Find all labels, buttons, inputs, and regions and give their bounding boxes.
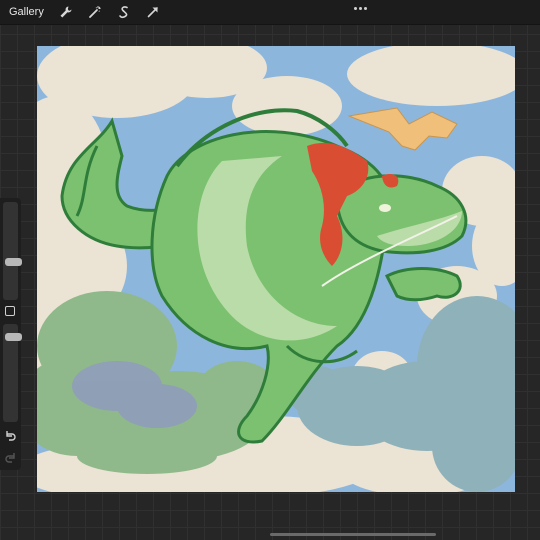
more-dots-icon[interactable]: [350, 2, 370, 14]
selection-icon[interactable]: [114, 2, 134, 22]
transform-arrow-icon[interactable]: [143, 2, 163, 22]
drawing-canvas[interactable]: [37, 46, 515, 492]
brush-size-slider[interactable]: [3, 202, 22, 300]
undo-icon[interactable]: [3, 428, 18, 443]
redo-icon[interactable]: [3, 450, 18, 465]
magic-wand-icon[interactable]: [85, 2, 105, 22]
top-toolbar: Gallery: [0, 0, 540, 25]
opacity-slider[interactable]: [3, 324, 22, 422]
left-sidebar: [0, 198, 22, 470]
home-indicator: [270, 533, 436, 536]
dragon-artwork: [37, 46, 515, 492]
gallery-button[interactable]: Gallery: [9, 6, 44, 18]
brush-size-handle[interactable]: [5, 258, 22, 266]
wrench-icon[interactable]: [56, 2, 76, 22]
opacity-handle[interactable]: [5, 333, 22, 341]
square-icon[interactable]: [5, 306, 15, 316]
